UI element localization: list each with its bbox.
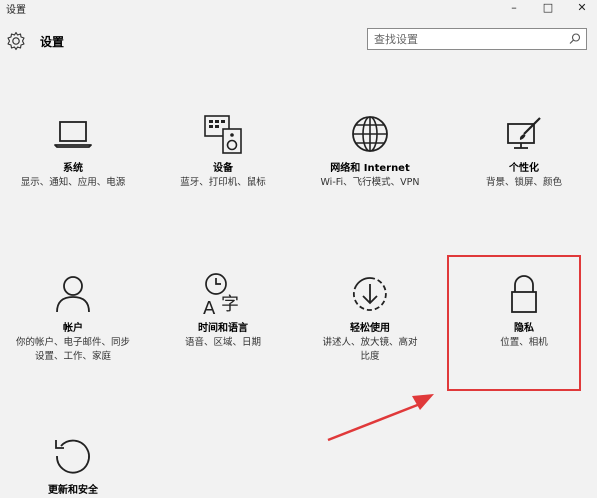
tile-time-language-desc: 语音、区域、日期: [184, 337, 261, 348]
tile-system[interactable]: 系统 显示、通知、应用、电源: [10, 112, 136, 190]
tile-devices-name: 设备: [213, 163, 233, 174]
tile-time-language[interactable]: A 字 时间和语言 语音、区域、日期: [160, 272, 286, 350]
title-bar: 设置 – □ ✕: [0, 0, 597, 18]
globe-icon: [352, 116, 388, 152]
tile-devices-desc: 蓝牙、打印机、鼠标: [180, 177, 266, 188]
tile-accounts-name: 帐户: [63, 323, 83, 334]
tile-personalization-name: 个性化: [509, 163, 539, 174]
page-title: 设置: [40, 35, 65, 49]
tile-ease-of-access[interactable]: 轻松使用 讲述人、放大镜、高对比度: [307, 272, 433, 364]
tile-accounts[interactable]: 帐户 你的帐户、电子邮件、同步设置、工作、家庭: [10, 272, 136, 364]
person-icon: [56, 276, 90, 313]
tile-system-name: 系统: [63, 163, 83, 174]
tile-ease-of-access-name: 轻松使用: [350, 323, 390, 334]
search-icon[interactable]: [568, 32, 582, 46]
minimize-button[interactable]: –: [500, 0, 528, 16]
window-title: 设置: [6, 5, 26, 16]
laptop-icon: [54, 121, 92, 148]
ease-of-access-icon: [353, 277, 387, 311]
time-language-icon: A 字: [203, 273, 239, 316]
tile-ease-of-access-desc: 讲述人、放大镜、高对比度: [322, 337, 418, 362]
tile-system-desc: 显示、通知、应用、电源: [20, 177, 126, 188]
gear-icon: [7, 31, 25, 51]
tile-update-security[interactable]: 更新和安全: [10, 434, 136, 498]
tile-accounts-desc: 你的帐户、电子邮件、同步设置、工作、家庭: [15, 337, 130, 362]
tile-devices[interactable]: 设备 蓝牙、打印机、鼠标: [160, 112, 286, 190]
search-box[interactable]: [367, 28, 587, 50]
tile-network-name: 网络和 Internet: [330, 163, 410, 174]
tile-network-desc: Wi-Fi、飞行模式、VPN: [320, 177, 420, 188]
tile-update-security-name: 更新和安全: [48, 485, 98, 496]
tile-personalization[interactable]: 个性化 背景、锁屏、颜色: [461, 112, 587, 190]
highlight-box: [447, 255, 581, 391]
close-button[interactable]: ✕: [568, 0, 596, 16]
paint-icon: [507, 117, 541, 149]
update-icon: [55, 439, 90, 474]
svg-text:A: A: [203, 298, 216, 316]
devices-icon: [204, 115, 242, 154]
search-input[interactable]: [374, 31, 564, 47]
annotation-arrow-icon: [327, 394, 434, 442]
tile-personalization-desc: 背景、锁屏、颜色: [485, 177, 562, 188]
tile-time-language-name: 时间和语言: [198, 323, 248, 334]
maximize-button[interactable]: □: [534, 0, 562, 16]
tile-network[interactable]: 网络和 Internet Wi-Fi、飞行模式、VPN: [307, 112, 433, 190]
svg-text:字: 字: [221, 294, 239, 315]
